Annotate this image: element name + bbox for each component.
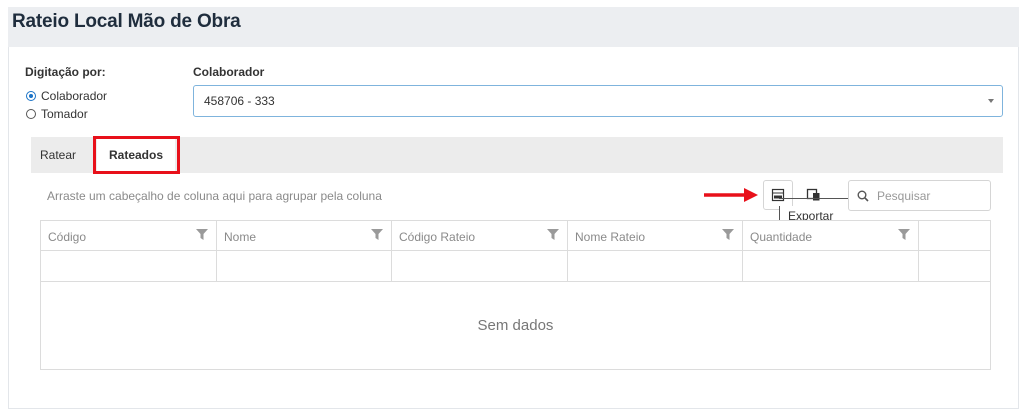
column-title: Quantidade [750,230,813,244]
radio-colaborador-label: Colaborador [41,89,108,103]
tab-rateados[interactable]: Rateados [97,137,176,173]
column-title: Código [48,230,87,244]
column-header[interactable]: Quantidade [743,221,919,250]
radio-icon[interactable] [26,109,36,119]
filter-cell[interactable] [41,251,217,281]
column-title: Nome Rateio [575,230,646,244]
tab-bar: Ratear Rateados [31,137,1003,173]
radio-tomador-label: Tomador [41,107,88,121]
arrow-right-icon [704,188,758,202]
no-data-text: Sem dados [477,317,554,334]
filter-icon[interactable] [196,229,208,240]
data-grid: Código Nome Código Rateio Nome Rateio Qu… [40,220,991,370]
column-header[interactable]: Código Rateio [392,221,568,250]
radio-icon[interactable] [26,91,36,101]
search-icon [857,190,869,202]
page-title: Rateio Local Mão de Obra [12,11,241,32]
chevron-down-icon[interactable] [988,99,994,103]
search-input[interactable] [875,187,975,204]
filter-cell[interactable] [392,251,568,281]
digitacao-label: Digitação por: [25,65,106,79]
tab-ratear[interactable]: Ratear [40,137,76,173]
filter-icon[interactable] [547,229,559,240]
column-header[interactable]: Nome [217,221,392,250]
column-title: Código Rateio [399,230,476,244]
grid-header-row: Código Nome Código Rateio Nome Rateio Qu… [41,221,990,251]
column-header[interactable]: Código [41,221,217,250]
filter-icon[interactable] [898,229,910,240]
radio-tomador[interactable]: Tomador [26,107,88,121]
search-box[interactable] [848,180,991,211]
column-title: Nome [224,230,257,244]
filter-cell[interactable] [743,251,919,281]
column-header[interactable]: Nome Rateio [568,221,743,250]
colaborador-label: Colaborador [193,65,265,79]
filter-icon[interactable] [722,229,734,240]
filter-cell[interactable] [568,251,743,281]
filter-cell[interactable] [217,251,392,281]
grid-filter-row [41,251,990,282]
group-panel-hint: Arraste um cabeçalho de coluna aqui para… [47,189,382,203]
page-header: Rateio Local Mão de Obra [8,7,1019,47]
colaborador-value: 458706 - 333 [204,94,275,108]
colaborador-select[interactable]: 458706 - 333 [193,85,1003,117]
radio-colaborador[interactable]: Colaborador [26,89,107,103]
filter-icon[interactable] [371,229,383,240]
main-panel: Digitação por: Colaborador Tomador Colab… [8,47,1019,409]
